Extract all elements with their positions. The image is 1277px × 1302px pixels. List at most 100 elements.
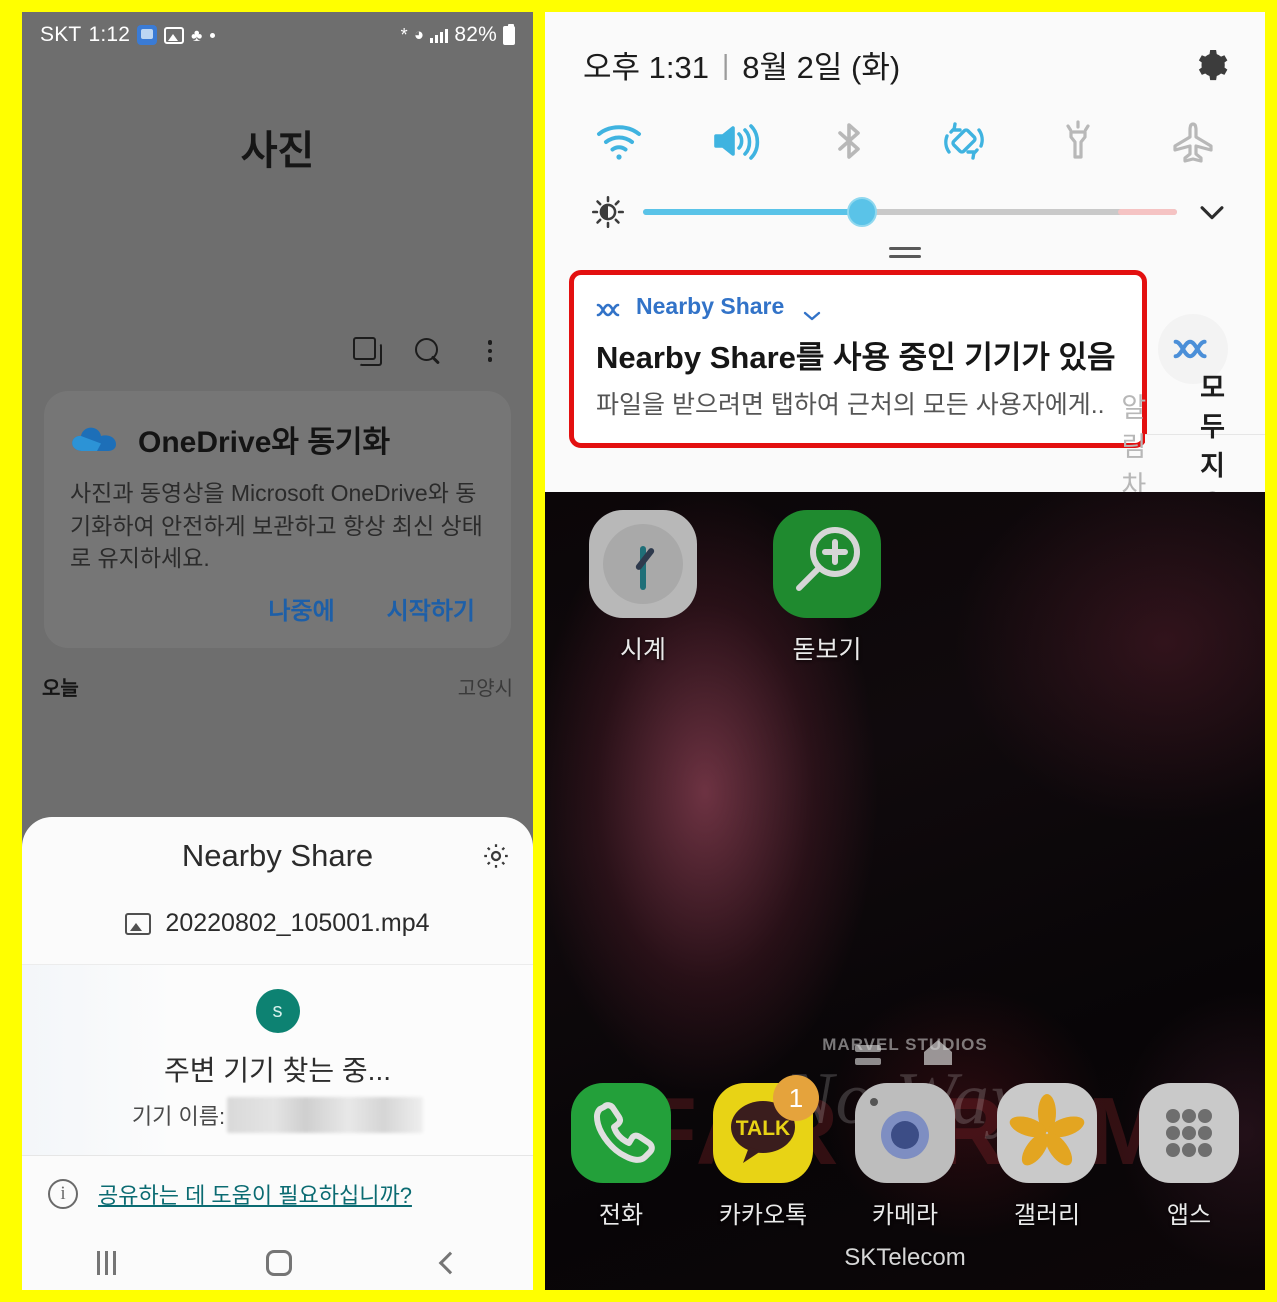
clock-app[interactable]: 시계 (589, 510, 697, 666)
magnifier-icon (773, 510, 881, 618)
dock: 전화 TALK 1 카카오톡 카메라 갤러리 앱스 (545, 1075, 1265, 1230)
device-scan-area: s 주변 기기 찾는 중... 기기 이름: (22, 965, 533, 1156)
status-bar-left: SKT 1:12 ♣ (40, 23, 215, 47)
kakaotalk-app[interactable]: TALK 1 카카오톡 (713, 1075, 819, 1230)
left-status-bar: SKT 1:12 ♣ * ◕ 82% (22, 12, 533, 58)
brightness-icon (591, 195, 625, 229)
status-bar-right: * ◕ 82% (401, 23, 515, 47)
device-name-value-redacted (227, 1097, 424, 1133)
section-date-label: 오늘 (42, 677, 79, 700)
nearby-share-sheet: Nearby Share 20220802_105001.mp4 s 주변 기기… (22, 817, 533, 1236)
magnifier-app[interactable]: 돋보기 (773, 510, 881, 666)
brightness-slider[interactable] (643, 197, 1177, 227)
start-button[interactable]: 시작하기 (387, 591, 475, 626)
copy-icon[interactable] (351, 336, 382, 366)
right-phone-screen: 오후 1:31 | 8월 2일 (화) Nearby Share Nearby … (545, 12, 1265, 1290)
photos-action-bar (22, 336, 533, 366)
clock-icon (589, 510, 697, 618)
notification-body: 파일을 받으려면 탭하여 근처의 모든 사용자에게.. (596, 391, 1105, 419)
apps-drawer[interactable]: 앱스 (1139, 1083, 1239, 1230)
notification-area: Nearby Share Nearby Share를 사용 중인 기기가 있음 … (545, 270, 1265, 448)
chevron-down-icon[interactable] (802, 301, 822, 320)
info-icon: i (48, 1179, 78, 1209)
gallery-icon (997, 1083, 1097, 1183)
camera-app[interactable]: 카메라 (855, 1083, 955, 1230)
home-icon[interactable] (266, 1250, 292, 1276)
quick-panel-time: 오후 1:31 (583, 50, 709, 85)
quick-panel-header: 오후 1:31 | 8월 2일 (화) (545, 12, 1265, 87)
scanning-status: 주변 기기 찾는 중... (164, 1055, 391, 1086)
quick-toggle-row (545, 87, 1265, 169)
phone-icon (571, 1083, 671, 1183)
kakao-badge-icon (137, 25, 158, 45)
nearby-share-header: Nearby Share (22, 817, 533, 895)
image-file-icon (125, 912, 152, 935)
airplane-toggle[interactable] (1165, 113, 1221, 169)
carrier-label: SKT (40, 23, 82, 46)
notification-app-name: Nearby Share (636, 293, 785, 319)
search-icon[interactable] (413, 336, 443, 366)
device-name-row: 기기 이름: (22, 1097, 533, 1133)
home-page-icon[interactable] (921, 1037, 955, 1072)
later-button[interactable]: 나중에 (268, 591, 334, 626)
gallery-app[interactable]: 갤러리 (997, 1083, 1097, 1230)
quick-panel-date: 8월 2일 (화) (742, 50, 901, 85)
onedrive-card-title: OneDrive와 동기화 (138, 426, 391, 459)
nearby-share-icon (596, 298, 624, 316)
back-icon[interactable] (438, 1251, 462, 1275)
app-list-icon[interactable] (855, 1044, 881, 1065)
wifi-toggle[interactable] (591, 113, 647, 169)
battery-icon (503, 23, 515, 45)
onedrive-cloud-icon (70, 423, 118, 455)
app-label: 갤러리 (1013, 1202, 1081, 1229)
app-label: 전화 (598, 1202, 644, 1229)
phone-app[interactable]: 전화 (571, 1083, 671, 1230)
app-label: 돋보기 (792, 636, 862, 664)
onedrive-card-header: OneDrive와 동기화 (70, 417, 483, 461)
section-header: 오늘 고양시 (22, 648, 533, 701)
photo-icon (164, 26, 185, 44)
notification-large-icon-wrap (1147, 314, 1239, 384)
sound-toggle[interactable] (706, 113, 762, 169)
kakaotalk-icon: TALK 1 (713, 1075, 819, 1183)
shared-file-name: 20220802_105001.mp4 (165, 909, 430, 937)
notification-card-nearby-share[interactable]: Nearby Share Nearby Share를 사용 중인 기기가 있음 … (569, 270, 1147, 448)
auto-rotate-toggle[interactable] (935, 113, 991, 169)
notification-title: Nearby Share를 사용 중인 기기가 있음 (596, 340, 1116, 375)
app-label: 앱스 (1166, 1202, 1212, 1229)
home-screen: FAR FROM MARVEL STUDIOS No Way 시계 (545, 492, 1265, 1290)
page-indicators (545, 1037, 1265, 1072)
onedrive-card-actions: 나중에 시작하기 (70, 591, 483, 626)
onedrive-sync-card[interactable]: OneDrive와 동기화 사진과 동영상을 Microsoft OneDriv… (44, 391, 511, 648)
notification-actions: 알림 차단 모두 지우기 (1121, 373, 1265, 559)
more-options-icon[interactable] (475, 336, 505, 366)
flashlight-toggle[interactable] (1050, 113, 1106, 169)
page-title: 사진 (240, 129, 315, 173)
quick-settings-panel: 오후 1:31 | 8월 2일 (화) Nearby Share Nearby … (545, 12, 1265, 559)
help-row: i 공유하는 데 도움이 필요하십니까? (22, 1156, 533, 1236)
chevron-down-icon[interactable] (1195, 195, 1229, 229)
battery-percent: 82% (454, 23, 497, 46)
apps-grid-icon (1139, 1083, 1239, 1183)
onedrive-card-body: 사진과 동영상을 Microsoft OneDrive와 동기화하여 안전하게 … (70, 480, 483, 572)
brightness-thumb[interactable] (846, 197, 877, 227)
section-location-label: 고양시 (457, 677, 513, 700)
camera-icon (855, 1083, 955, 1183)
shared-file-row: 20220802_105001.mp4 (22, 895, 533, 965)
drag-handle[interactable] (545, 247, 1265, 258)
gear-icon[interactable] (481, 841, 511, 871)
brightness-warm-segment (1118, 209, 1177, 215)
device-name-label: 기기 이름: (131, 1104, 226, 1129)
help-link[interactable]: 공유하는 데 도움이 필요하십니까? (98, 1178, 412, 1210)
carrier-name: SKTelecom (844, 1244, 966, 1271)
screenshot-root: SKT 1:12 ♣ * ◕ 82% 사진 OneDrive와 동기화 사진과 … (0, 0, 1277, 1302)
home-app-row: 시계 돋보기 (545, 510, 1265, 666)
recent-apps-icon[interactable] (97, 1251, 116, 1275)
left-navigation-bar (22, 1236, 533, 1290)
bluetooth-icon: * (400, 24, 408, 45)
dot-icon (209, 32, 215, 38)
signal-icon (430, 28, 449, 43)
bluetooth-toggle[interactable] (821, 113, 877, 169)
avatar: s (255, 989, 300, 1033)
gear-icon[interactable] (1195, 48, 1229, 82)
